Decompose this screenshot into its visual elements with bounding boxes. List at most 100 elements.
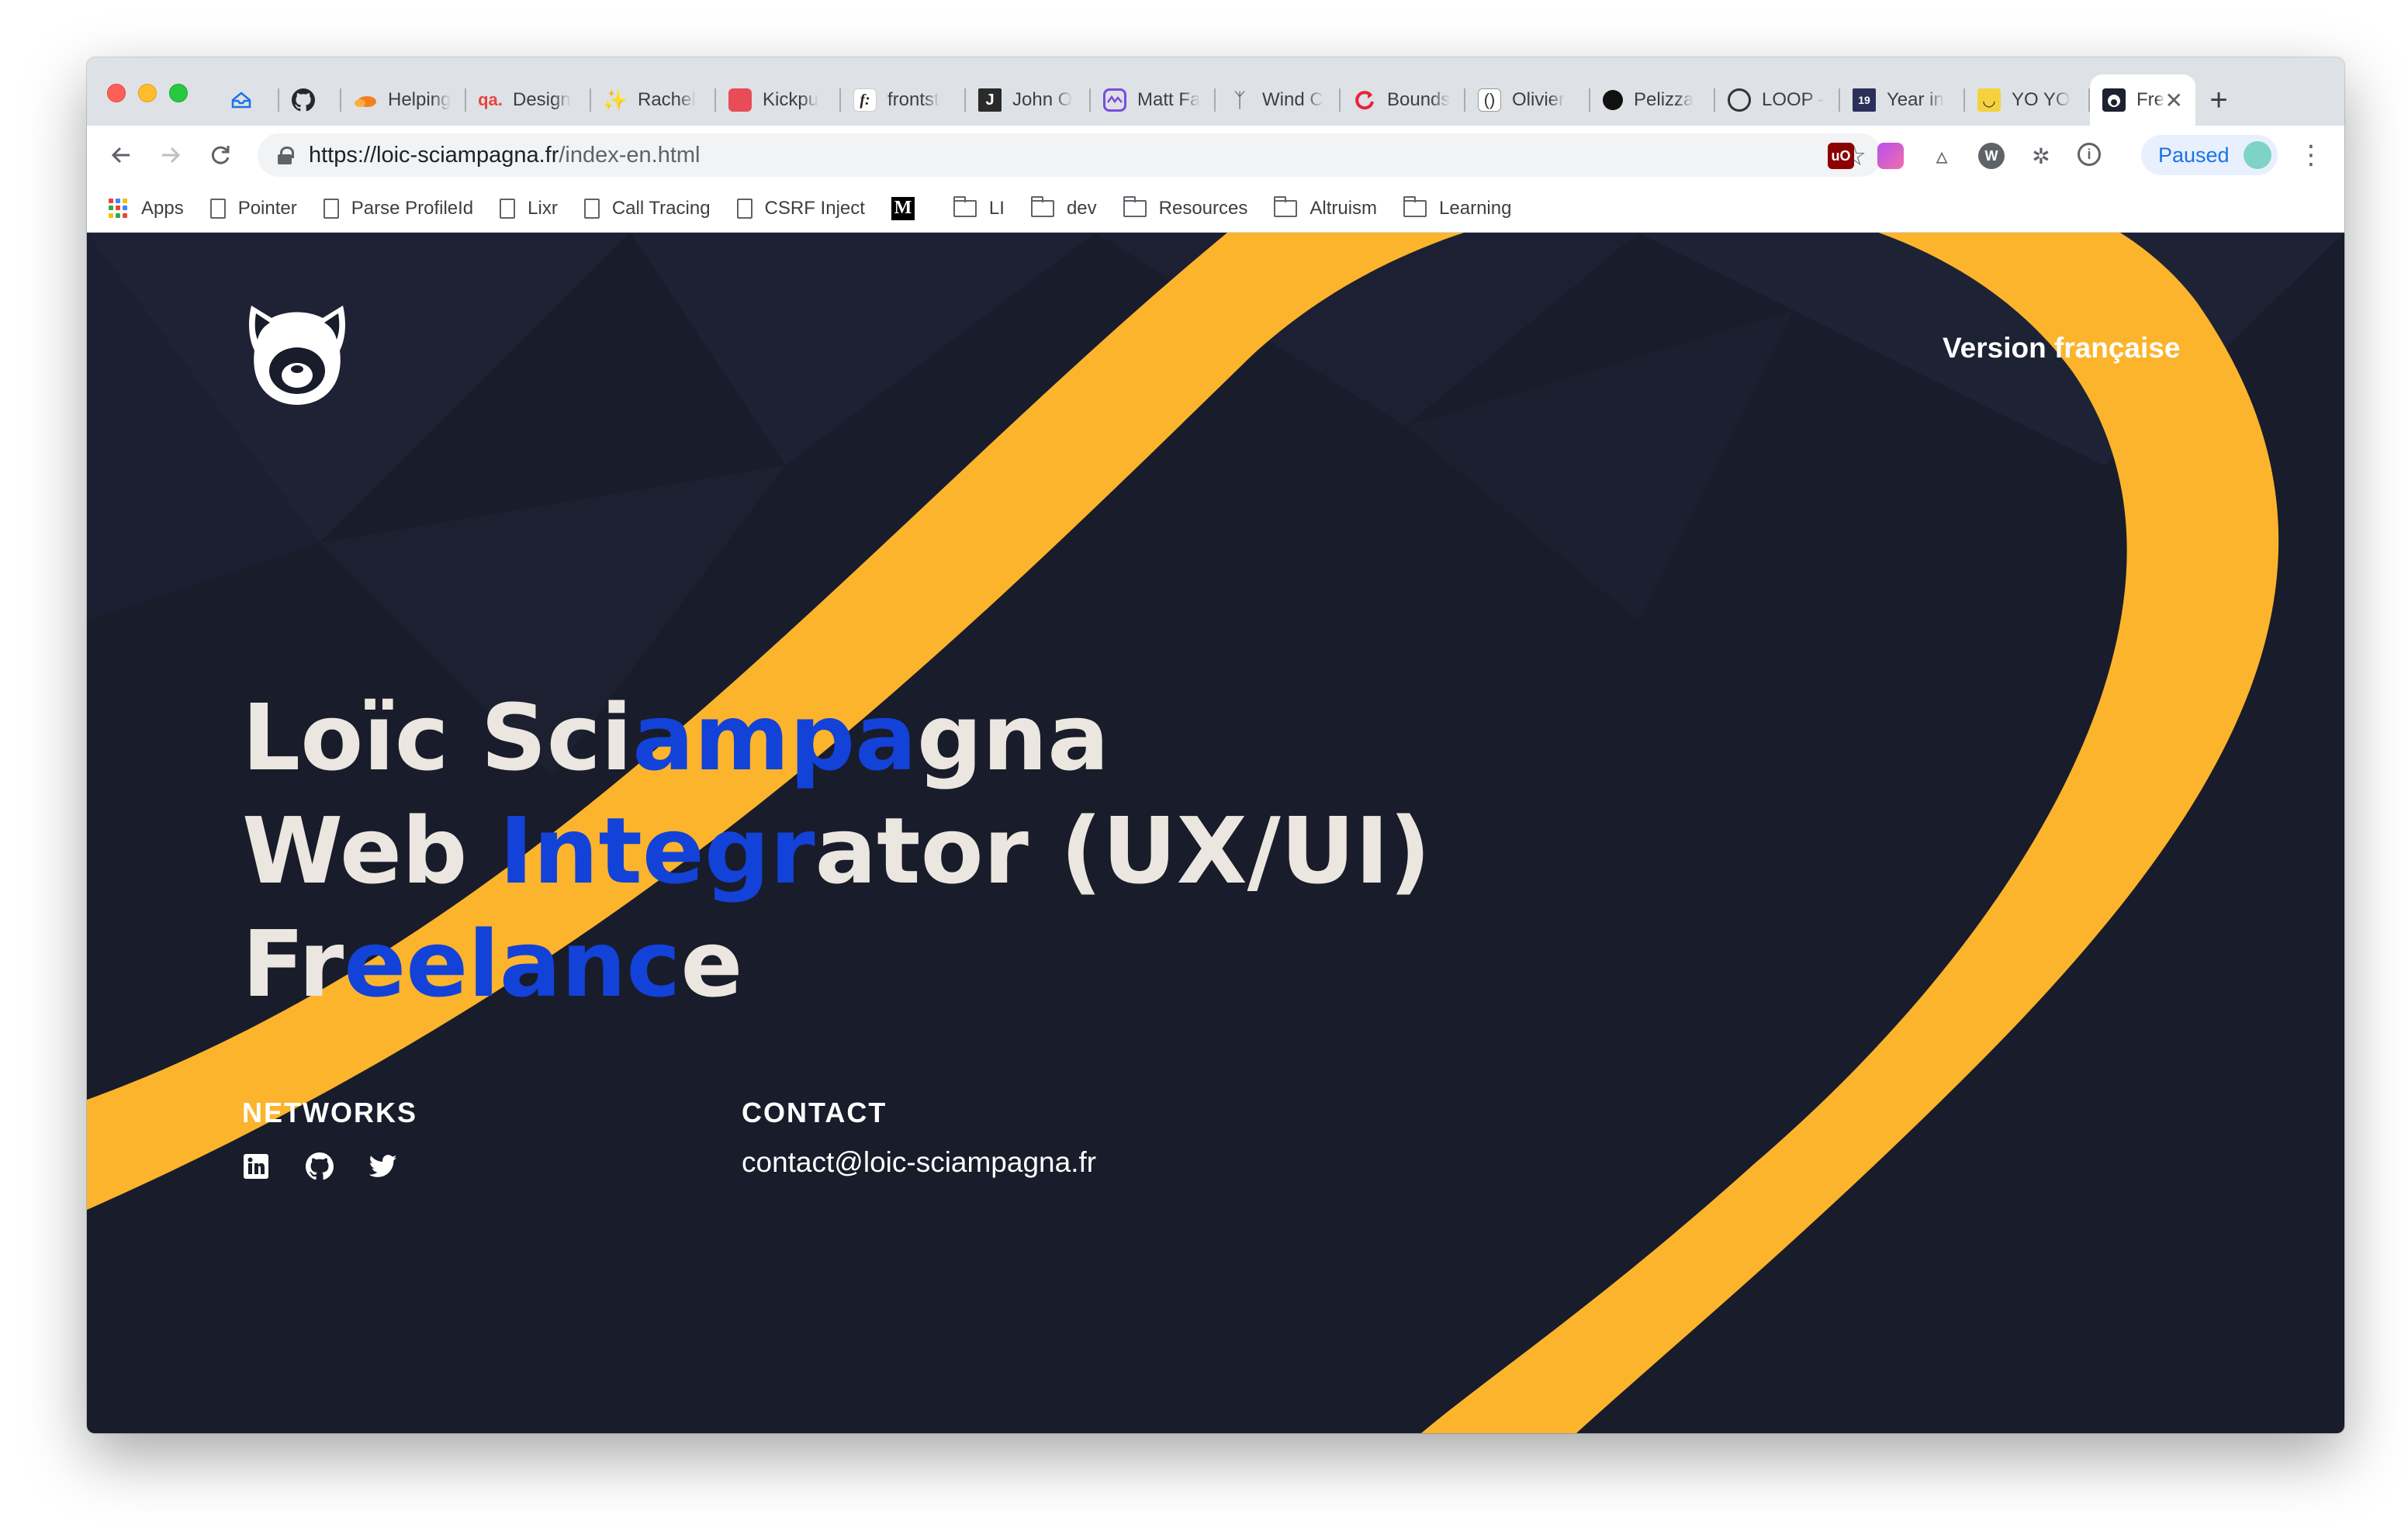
social-links	[242, 1152, 417, 1180]
profile-paused-button[interactable]: Paused	[2141, 135, 2278, 175]
bookmark-folder-dev[interactable]: dev	[1030, 195, 1097, 219]
bookmark-label: Altruism	[1310, 197, 1378, 219]
tab-inbox[interactable]	[217, 74, 279, 126]
twitter-icon[interactable]	[369, 1152, 397, 1180]
refresh-icon	[1353, 88, 1376, 112]
bookmark-label: Lixr	[528, 197, 558, 219]
info-icon[interactable]: i	[2078, 143, 2101, 166]
github-icon	[292, 88, 315, 112]
github-icon[interactable]	[306, 1152, 334, 1180]
bookmark-pointer[interactable]: Pointer	[209, 198, 297, 219]
tab-title: John O	[1012, 89, 1073, 110]
bookmark-medium[interactable]: M	[891, 196, 927, 220]
windmill-icon: ᛉ	[1233, 88, 1246, 112]
hero-heading: Loïc Sciampagna Web Integrator (UX/UI) F…	[242, 681, 1431, 1021]
tab-active[interactable]: Fre ✕	[2090, 74, 2195, 126]
browser-window: Helping qa. Design ✨ Rachel Kickpu f: fr…	[87, 57, 2344, 1433]
linkedin-icon[interactable]	[242, 1152, 270, 1180]
forward-arrow-icon	[162, 147, 181, 164]
maximize-window-button[interactable]	[169, 84, 188, 102]
bookmark-folder-li[interactable]: LI	[953, 195, 1005, 219]
tab-title: Design	[513, 89, 571, 110]
hero-status-line: Freelance	[242, 910, 743, 1017]
page-icon	[736, 198, 752, 219]
bookmark-folder-altruism[interactable]: Altruism	[1274, 195, 1378, 219]
tab-helping[interactable]: Helping	[341, 74, 466, 126]
folder-icon	[1274, 195, 1298, 217]
forward-button[interactable]	[152, 136, 189, 174]
tab-title: Bounds	[1387, 89, 1451, 110]
bookmark-csrf-inject[interactable]: CSRF Inject	[736, 198, 865, 219]
close-tab-icon[interactable]: ✕	[2165, 88, 2183, 113]
folder-icon	[1030, 195, 1054, 217]
smile-icon: ◡	[1977, 88, 2001, 112]
tab-wind[interactable]: ᛉ Wind C	[1216, 74, 1341, 126]
tab-github[interactable]	[279, 74, 341, 126]
tabs: Helping qa. Design ✨ Rachel Kickpu f: fr…	[217, 68, 2242, 126]
page-content: Version française Loïc Sciampagna Web In…	[87, 233, 2344, 1433]
networks-title: NETWORKS	[242, 1097, 417, 1128]
folder-icon	[1123, 195, 1147, 217]
bookmark-folder-resources[interactable]: Resources	[1123, 195, 1248, 219]
tab-title: Rachel	[638, 89, 696, 110]
inbox-icon	[230, 88, 253, 112]
menu-icon[interactable]: ⋮	[2298, 140, 2324, 171]
toolbar: https://loic-sciampagna.fr/index-en.html…	[87, 126, 2344, 185]
bookmark-label: Resources	[1158, 197, 1248, 219]
tab-title: Kickpu	[763, 89, 819, 110]
tab-yoyo[interactable]: ◡ YO YO	[1965, 74, 2090, 126]
lock-icon	[278, 147, 294, 164]
cloudflare-icon	[354, 88, 377, 112]
minimize-window-button[interactable]	[138, 84, 157, 102]
back-arrow-icon	[111, 147, 130, 164]
bookmark-lixr[interactable]: Lixr	[500, 198, 558, 219]
contact-title: CONTACT	[742, 1097, 887, 1128]
bookmark-apps[interactable]: Apps	[109, 198, 184, 219]
page-icon	[500, 198, 516, 219]
url-host: https://loic-sciampagna.fr	[309, 142, 559, 168]
tab-pelizza[interactable]: Pelizza	[1590, 74, 1715, 126]
extension-gradient-icon[interactable]	[1877, 143, 1904, 169]
tab-kickpush[interactable]: Kickpu	[716, 74, 841, 126]
tab-title: Olivier	[1512, 89, 1566, 110]
tab-bounds[interactable]: Bounds	[1341, 74, 1465, 126]
tab-year[interactable]: 19 Year in	[1840, 74, 1965, 126]
reload-button[interactable]	[202, 136, 239, 174]
tab-title: YO YO	[2012, 89, 2071, 110]
medium-icon: M	[891, 196, 915, 220]
close-window-button[interactable]	[107, 84, 126, 102]
tab-title: Wind C	[1262, 89, 1323, 110]
tab-matt[interactable]: Matt Fa	[1091, 74, 1216, 126]
bookmark-label: Call Tracing	[611, 197, 711, 219]
ublock-icon[interactable]: uO	[1828, 143, 1854, 169]
bookmark-folder-learning[interactable]: Learning	[1403, 195, 1511, 219]
paused-label: Paused	[2158, 143, 2230, 167]
tab-title: Fre	[2136, 89, 2164, 110]
reload-icon	[211, 146, 230, 164]
tab-loop[interactable]: LOOP -	[1715, 74, 1840, 126]
contact-email-link[interactable]: contact@loic-sciampagna.fr	[742, 1146, 1096, 1179]
contact-section: CONTACT contact@loic-sciampagna.fr	[742, 1097, 1096, 1179]
language-switch-link[interactable]: Version française	[1943, 332, 2180, 364]
tab-design[interactable]: qa. Design	[466, 74, 591, 126]
kickpush-icon	[728, 88, 752, 112]
new-tab-button[interactable]: +	[2195, 74, 2242, 126]
tab-john[interactable]: J John O	[966, 74, 1091, 126]
tab-frontstuff[interactable]: f: frontst	[841, 74, 966, 126]
bug-icon[interactable]: ✲	[2028, 143, 2054, 169]
tab-rachel[interactable]: ✨ Rachel	[591, 74, 716, 126]
folder-icon	[1403, 195, 1427, 217]
address-bar[interactable]: https://loic-sciampagna.fr/index-en.html…	[258, 133, 1882, 177]
w-extension-icon[interactable]: W	[1978, 143, 2005, 169]
tab-title: Year in	[1887, 89, 1944, 110]
panda-icon	[2102, 88, 2126, 112]
bookmark-call-tracing[interactable]: Call Tracing	[583, 197, 711, 219]
panda-logo[interactable]	[240, 295, 354, 408]
triangle-icon[interactable]: ▵	[1929, 143, 1955, 169]
back-button[interactable]	[102, 136, 140, 174]
folder-icon	[953, 195, 977, 217]
tab-olivier[interactable]: () Olivier	[1465, 74, 1590, 126]
tab-strip: Helping qa. Design ✨ Rachel Kickpu f: fr…	[87, 57, 2344, 126]
networks-section: NETWORKS	[242, 1097, 417, 1180]
bookmark-parse-profileid[interactable]: Parse ProfileId	[323, 198, 473, 219]
